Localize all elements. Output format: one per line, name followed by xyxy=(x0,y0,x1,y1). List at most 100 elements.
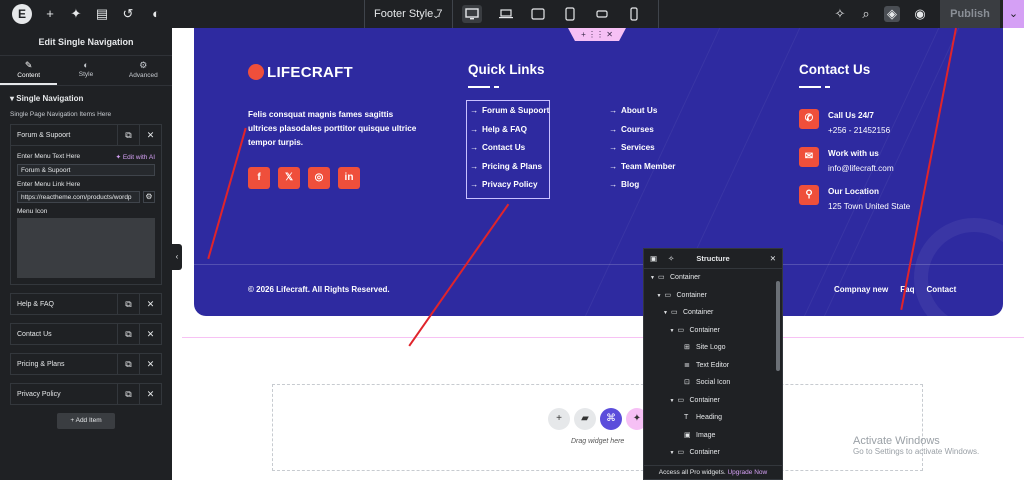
publish-button[interactable]: Publish xyxy=(940,0,1000,28)
add-element-icon[interactable]: + xyxy=(42,6,58,22)
structure-row[interactable]: ⊞ Site Logo xyxy=(644,339,782,357)
bottom-link[interactable]: Compnay new xyxy=(834,285,888,294)
ai-sparkle-icon[interactable]: ✦ xyxy=(68,6,84,22)
contact-value[interactable]: info@lifecraft.com xyxy=(828,162,894,176)
about-link[interactable]: → Services xyxy=(609,139,675,158)
menu-icon-picker[interactable] xyxy=(17,218,155,278)
caret-down-icon[interactable]: ▼ xyxy=(670,393,678,411)
quick-link[interactable]: → Pricing & Plans xyxy=(470,158,549,177)
add-item-button[interactable]: + Add Item xyxy=(57,413,115,429)
layers-icon[interactable]: ◈ xyxy=(884,6,900,22)
upgrade-link[interactable]: Upgrade Now xyxy=(727,469,767,476)
structure-tree: ▼ ▭ Container ▼ ▭ Container ▼ ▭ Container ▼ ▭ Conta… xyxy=(644,269,782,462)
repeater-item[interactable]: Pricing & Plans ⧉ ✕ xyxy=(10,353,162,375)
repeater-item[interactable]: Contact Us ⧉ ✕ xyxy=(10,323,162,345)
duplicate-icon[interactable]: ⧉ xyxy=(117,125,139,145)
quick-link-label: Privacy Policy xyxy=(482,180,538,189)
bottom-link[interactable]: Faq xyxy=(900,285,914,294)
instagram-icon[interactable]: ◎ xyxy=(308,167,330,189)
caret-down-icon[interactable]: ▼ xyxy=(663,305,671,323)
repeater-item[interactable]: Privacy Policy ⧉ ✕ xyxy=(10,383,162,405)
repeater-item[interactable]: Help & FAQ ⧉ ✕ xyxy=(10,293,162,315)
caret-down-icon[interactable]: ▼ xyxy=(650,270,658,288)
repeater-item-fields: Enter Menu Text Here ✦ Edit with AI Forum… xyxy=(10,146,162,285)
tablet-landscape-view-icon[interactable] xyxy=(528,5,548,23)
laptop-view-icon[interactable] xyxy=(496,5,516,23)
about-link[interactable]: → Blog xyxy=(609,176,675,195)
quick-link[interactable]: → Forum & Supoort xyxy=(470,102,549,121)
mobile-view-icon[interactable] xyxy=(624,5,644,23)
duplicate-icon[interactable]: ⧉ xyxy=(117,324,139,344)
heading-underline xyxy=(494,86,499,88)
template-library-folder-icon[interactable]: ▰ xyxy=(574,408,596,430)
structure-row[interactable]: ▣ Image xyxy=(644,427,782,445)
page-settings-icon[interactable]: ▤ xyxy=(94,6,110,22)
ai-assistant-icon[interactable]: ✧ xyxy=(832,6,848,22)
section-toolbar-handle[interactable]: + ⋮⋮ ✕ xyxy=(568,28,626,41)
structure-row[interactable]: ▼ ▭ Container xyxy=(644,287,782,305)
structure-row[interactable]: ≣ Text Editor xyxy=(644,357,782,375)
scrollbar[interactable] xyxy=(776,281,780,371)
tab-style[interactable]: ◐ Style xyxy=(57,56,114,85)
contact-value[interactable]: +256 - 21452156 xyxy=(828,124,890,138)
field-label: Menu Icon xyxy=(17,208,48,215)
edit-with-ai-button[interactable]: ✦ Edit with AI xyxy=(116,153,155,161)
publish-options-chevron-icon[interactable]: ⌄ xyxy=(1003,0,1024,28)
structure-row[interactable]: ▼ ▭ Container xyxy=(644,304,782,322)
facebook-icon[interactable]: f xyxy=(248,167,270,189)
section-toggle[interactable]: ▾ Single Navigation xyxy=(0,86,172,111)
caret-down-icon[interactable]: ▼ xyxy=(670,323,678,341)
quick-links-list: → Forum & Supoort → Help & FAQ → Contact Us… xyxy=(470,102,549,195)
quick-link[interactable]: → Help & FAQ xyxy=(470,121,549,140)
theme-style-icon[interactable]: ◐ xyxy=(148,6,164,22)
x-icon[interactable]: 𝕏 xyxy=(278,167,300,189)
repeater-item-label: Privacy Policy xyxy=(17,390,61,398)
footer-section[interactable]: LIFECRAFT Felis consquat magnis fames sa… xyxy=(194,28,1003,316)
close-icon[interactable]: ✕ xyxy=(139,324,161,344)
duplicate-icon[interactable]: ⧉ xyxy=(117,354,139,374)
add-section-icon[interactable]: + xyxy=(548,408,570,430)
menu-text-input[interactable]: Forum & Supoort xyxy=(17,164,155,176)
history-icon[interactable]: ↺ xyxy=(120,6,136,22)
about-link[interactable]: → About Us xyxy=(609,102,675,121)
close-icon[interactable]: ✕ xyxy=(139,294,161,314)
search-icon[interactable]: ⌕ xyxy=(858,6,874,22)
bottom-link[interactable]: Contact xyxy=(926,285,956,294)
close-icon[interactable]: ✕ xyxy=(139,125,161,145)
repeater-item-expanded[interactable]: Forum & Supoort ⧉ ✕ xyxy=(10,124,162,146)
contact-value[interactable]: 125 Town United State xyxy=(828,200,910,214)
ai-sparkle-icon[interactable]: ✧ xyxy=(668,249,674,269)
link-options-gear-icon[interactable]: ⚙ xyxy=(143,191,155,203)
tab-advanced[interactable]: ⚙ Advanced xyxy=(115,56,172,85)
caret-down-icon[interactable]: ▼ xyxy=(670,445,678,463)
caret-down-icon[interactable]: ▼ xyxy=(657,288,665,306)
site-logo[interactable]: LIFECRAFT xyxy=(248,64,353,81)
desktop-view-icon[interactable] xyxy=(462,5,482,23)
structure-row[interactable]: T Heading xyxy=(644,409,782,427)
structure-row[interactable]: ▼ ▭ Container xyxy=(644,269,782,287)
structure-row[interactable]: ▼ ▭ Container xyxy=(644,392,782,410)
tab-content[interactable]: ✎ Content xyxy=(0,56,58,85)
elementor-logo-icon[interactable]: E xyxy=(12,4,32,24)
menu-link-input[interactable]: https://reactheme.com/products/wordp xyxy=(17,191,140,203)
duplicate-icon[interactable]: ⧉ xyxy=(117,384,139,404)
close-icon[interactable]: ✕ xyxy=(770,249,776,269)
structure-row[interactable]: ⊡ Social Icon xyxy=(644,374,782,392)
panel-toggle-icon[interactable]: ▣ xyxy=(650,249,657,269)
structure-row[interactable]: ▼ ▭ Container xyxy=(644,444,782,462)
linkedin-icon[interactable]: in xyxy=(338,167,360,189)
about-link[interactable]: → Team Member xyxy=(609,158,675,177)
tablet-view-icon[interactable] xyxy=(560,5,580,23)
collapse-panel-chevron-icon[interactable]: ‹ xyxy=(172,244,182,270)
structure-row[interactable]: ▼ ▭ Container xyxy=(644,322,782,340)
about-link[interactable]: → Courses xyxy=(609,121,675,140)
ai-builder-icon[interactable]: ⌘ xyxy=(600,408,622,430)
quick-link[interactable]: → Contact Us xyxy=(470,139,549,158)
close-icon[interactable]: ✕ xyxy=(139,354,161,374)
mobile-landscape-view-icon[interactable] xyxy=(592,5,612,23)
quick-link[interactable]: → Privacy Policy xyxy=(470,176,549,195)
duplicate-icon[interactable]: ⧉ xyxy=(117,294,139,314)
preview-eye-icon[interactable]: ◉ xyxy=(912,6,928,22)
chevron-down-icon[interactable]: ⌄ xyxy=(428,7,444,23)
close-icon[interactable]: ✕ xyxy=(139,384,161,404)
